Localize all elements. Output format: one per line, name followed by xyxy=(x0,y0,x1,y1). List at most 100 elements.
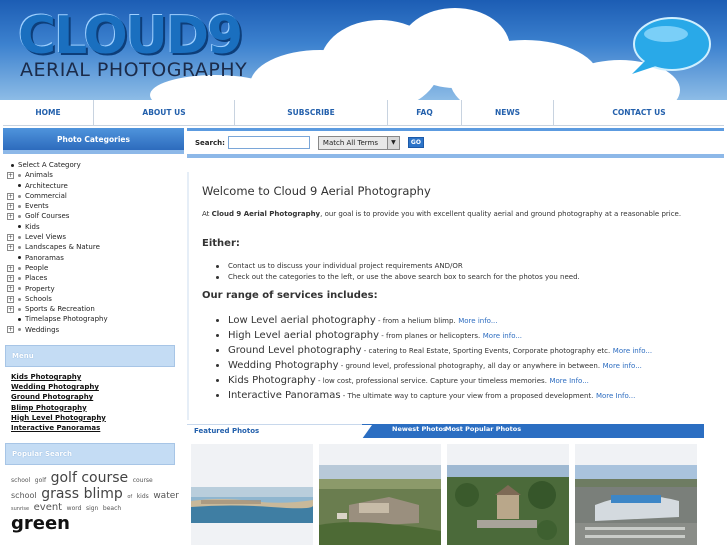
more-info-link[interactable]: More Info... xyxy=(596,392,635,400)
category-item[interactable]: + People xyxy=(3,263,184,273)
photo-thumbnail[interactable] xyxy=(191,444,313,545)
intro-prefix: At xyxy=(202,210,212,218)
popular-tag[interactable]: blimp xyxy=(84,486,123,502)
popular-tag[interactable]: beach xyxy=(103,505,121,512)
photo-thumbnail[interactable] xyxy=(447,444,569,545)
popular-tag[interactable]: grass xyxy=(41,486,79,502)
expand-plus-icon[interactable]: + xyxy=(7,295,14,303)
more-info-link[interactable]: More info... xyxy=(483,332,522,340)
tab-newest-photos[interactable]: Newest Photos xyxy=(392,425,447,433)
menu-link[interactable]: Interactive Panoramas xyxy=(11,423,181,433)
popular-tag[interactable]: of xyxy=(127,494,132,500)
expand-plus-icon[interactable]: + xyxy=(7,264,14,272)
photo-thumbnail[interactable] xyxy=(575,444,697,545)
popular-tag[interactable]: sign xyxy=(86,505,98,512)
service-title: Interactive Panoramas xyxy=(228,390,341,401)
photo-thumbnail[interactable] xyxy=(319,444,441,545)
search-go-button[interactable]: GO xyxy=(407,137,424,148)
nav-subscribe[interactable]: SUBSCRIBE xyxy=(235,100,388,125)
popular-tag[interactable]: school xyxy=(11,491,37,500)
tab-most-popular-photos[interactable]: Most Popular Photos xyxy=(445,425,521,433)
either-list: Contact us to discuss your individual pr… xyxy=(216,261,580,283)
category-item[interactable]: Panoramas xyxy=(3,253,184,263)
category-item[interactable]: + Events xyxy=(3,201,184,211)
category-item[interactable]: + Sports & Recreation xyxy=(3,304,184,314)
nav-about-us[interactable]: ABOUT US xyxy=(94,100,235,125)
menu-link[interactable]: Wedding Photography xyxy=(11,382,181,392)
expand-plus-icon[interactable]: + xyxy=(7,171,14,179)
category-item[interactable]: Architecture xyxy=(3,181,184,191)
category-item[interactable]: + Animals xyxy=(3,170,184,180)
popular-tag[interactable]: school xyxy=(11,477,30,484)
school-aerial-image[interactable] xyxy=(447,465,569,545)
menu-link[interactable]: Kids Photography xyxy=(11,372,181,382)
popular-tag[interactable]: kids xyxy=(137,493,149,500)
main-content: Welcome to Cloud 9 Aerial Photography At… xyxy=(187,172,724,420)
expand-plus-icon[interactable]: + xyxy=(7,274,14,282)
category-item[interactable]: + Commercial xyxy=(3,191,184,201)
expand-plus-icon[interactable]: + xyxy=(7,202,14,210)
bullet-icon xyxy=(18,297,21,301)
either-heading: Either: xyxy=(202,238,240,249)
beach-aerial-image[interactable] xyxy=(191,487,313,523)
popular-tag[interactable]: golf course xyxy=(51,470,129,486)
more-info-link[interactable]: More info... xyxy=(613,347,652,355)
nav-contact-us[interactable]: CONTACT US xyxy=(554,100,724,125)
expand-plus-icon[interactable]: + xyxy=(7,326,14,334)
bullet-icon xyxy=(18,318,21,322)
commercial-building-aerial-image[interactable] xyxy=(575,465,697,545)
category-item[interactable]: + Landscapes & Nature xyxy=(3,242,184,252)
bullet-icon xyxy=(18,184,21,188)
service-item: Kids Photography - low cost, professiona… xyxy=(216,373,652,388)
category-item[interactable]: + Weddings xyxy=(3,325,184,335)
category-label: Timelapse Photography xyxy=(25,315,108,324)
header-banner: CLOUD9 AERIAL PHOTOGRAPHY xyxy=(0,0,727,100)
more-info-link[interactable]: More info... xyxy=(603,362,642,370)
site-logo[interactable]: CLOUD9 xyxy=(18,8,243,64)
popular-tag[interactable]: water xyxy=(153,491,179,501)
expand-plus-icon[interactable]: + xyxy=(7,285,14,293)
service-description: - from planes or helicopters. xyxy=(379,332,481,340)
nav-news[interactable]: NEWS xyxy=(462,100,554,125)
search-input[interactable] xyxy=(227,136,310,149)
popular-tag[interactable]: event xyxy=(34,502,62,513)
category-label: Landscapes & Nature xyxy=(25,243,100,252)
bullet-icon xyxy=(18,266,21,270)
menu-link[interactable]: Blimp Photography xyxy=(11,403,181,413)
chevron-down-icon[interactable]: ▼ xyxy=(386,136,399,149)
golf-club-aerial-image[interactable] xyxy=(319,465,441,545)
category-item[interactable]: + Level Views xyxy=(3,232,184,242)
expand-plus-icon[interactable]: + xyxy=(7,192,14,200)
bullet-icon xyxy=(18,328,21,332)
expand-plus-icon[interactable]: + xyxy=(7,244,14,252)
category-item[interactable]: Timelapse Photography xyxy=(3,314,184,324)
expand-plus-icon[interactable]: + xyxy=(7,213,14,221)
match-terms-value: Match All Terms xyxy=(322,138,379,147)
expand-plus-icon[interactable]: + xyxy=(7,233,14,241)
more-info-link[interactable]: More Info... xyxy=(549,377,588,385)
tab-featured-photos[interactable]: Featured Photos xyxy=(187,424,372,439)
service-item: Wedding Photography - ground level, prof… xyxy=(216,358,652,373)
menu-link[interactable]: Ground Photography xyxy=(11,392,181,402)
popular-tag[interactable]: word xyxy=(67,505,82,512)
service-item: High Level aerial photography - from pla… xyxy=(216,328,652,343)
match-terms-select[interactable]: Match All Terms ▼ xyxy=(317,135,400,150)
service-title: Low Level aerial photography xyxy=(228,315,376,326)
nav-faq[interactable]: FAQ xyxy=(388,100,462,125)
category-item[interactable]: + Places xyxy=(3,273,184,283)
category-item[interactable]: + Schools xyxy=(3,294,184,304)
popular-tag[interactable]: sunrise xyxy=(11,506,29,512)
popular-tag[interactable]: golf xyxy=(35,477,46,484)
nav-home[interactable]: HOME xyxy=(3,100,94,125)
category-item[interactable]: Select A Category xyxy=(3,160,184,170)
category-item[interactable]: + Golf Courses xyxy=(3,211,184,221)
intro-text: At Cloud 9 Aerial Photography, our goal … xyxy=(202,210,681,218)
menu-link[interactable]: High Level Photography xyxy=(11,413,181,423)
expand-plus-icon[interactable]: + xyxy=(7,305,14,313)
category-item[interactable]: Kids xyxy=(3,222,184,232)
category-item[interactable]: + Property xyxy=(3,284,184,294)
popular-tag[interactable]: green xyxy=(11,513,70,534)
more-info-link[interactable]: More info... xyxy=(458,317,497,325)
search-bar: Search: Match All Terms ▼ GO xyxy=(187,128,724,158)
popular-tag[interactable]: course xyxy=(133,477,153,484)
